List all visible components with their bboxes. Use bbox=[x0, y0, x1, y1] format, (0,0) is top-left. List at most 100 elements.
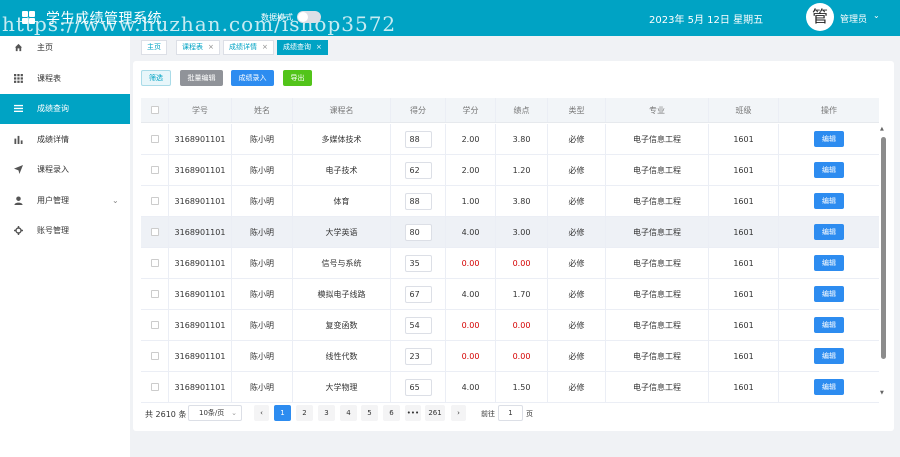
vertical-scrollbar-thumb[interactable] bbox=[881, 137, 886, 359]
scroll-down-arrow[interactable]: ▼ bbox=[880, 390, 884, 396]
table-row[interactable]: 3168901101 陈小明 大学物理 65 4.00 1.50 必修 电子信息工程 1601 编… bbox=[141, 372, 879, 403]
sidebar-item-label: 课程录入 bbox=[37, 165, 69, 174]
edit-button[interactable]: 编辑 bbox=[814, 348, 844, 364]
score-input[interactable]: 35 bbox=[404, 254, 432, 272]
column-header: 学号 bbox=[169, 98, 232, 122]
select-all-checkbox[interactable] bbox=[150, 106, 159, 114]
data-mode-toggle[interactable] bbox=[297, 11, 321, 23]
student-id-cell: 3168901101 bbox=[169, 155, 232, 185]
score-input[interactable]: 54 bbox=[404, 316, 432, 334]
page-button[interactable]: 6 bbox=[383, 405, 400, 421]
score-input[interactable]: 23 bbox=[404, 347, 432, 365]
table-row[interactable]: 3168901101 陈小明 电子技术 62 2.00 1.20 必修 电子信息工程 1601 编… bbox=[141, 155, 879, 186]
course-name-cell: 多媒体技术 bbox=[293, 124, 391, 154]
page-button[interactable]: 2 bbox=[296, 405, 313, 421]
chevron-right-icon[interactable]: › bbox=[451, 405, 466, 421]
row-checkbox[interactable] bbox=[150, 135, 159, 143]
table-row[interactable]: 3168901101 陈小明 模拟电子线路 67 4.00 1.70 必修 电子信息工程 160… bbox=[141, 279, 879, 310]
sidebar-item-account-management[interactable]: 账号管理 bbox=[0, 216, 130, 246]
filter-button[interactable]: 筛选 bbox=[141, 70, 171, 86]
action-cell: 编辑 bbox=[779, 217, 879, 247]
sidebar-item-label: 成绩查询 bbox=[37, 104, 69, 113]
edit-button[interactable]: 编辑 bbox=[814, 255, 844, 271]
course-name-cell: 复变函数 bbox=[293, 310, 391, 340]
sidebar-item-label: 账号管理 bbox=[37, 226, 69, 235]
edit-button[interactable]: 编辑 bbox=[814, 379, 844, 395]
page-button[interactable]: 261 bbox=[425, 405, 445, 421]
sidebar-item-score-detail[interactable]: 成绩详情 bbox=[0, 125, 130, 155]
row-checkbox[interactable] bbox=[150, 228, 159, 236]
edit-button[interactable]: 编辑 bbox=[814, 193, 844, 209]
table-row[interactable]: 3168901101 陈小明 复变函数 54 0.00 0.00 必修 电子信息工程 1601 编… bbox=[141, 310, 879, 341]
gpa-cell: 0.00 bbox=[496, 310, 548, 340]
major-cell: 电子信息工程 bbox=[606, 186, 709, 216]
row-checkbox[interactable] bbox=[150, 383, 159, 391]
row-checkbox[interactable] bbox=[150, 352, 159, 360]
row-checkbox[interactable] bbox=[150, 259, 159, 267]
page-button[interactable]: ••• bbox=[405, 405, 421, 421]
score-input[interactable]: 88 bbox=[404, 130, 432, 148]
close-icon[interactable]: × bbox=[316, 43, 322, 51]
score-input[interactable]: 88 bbox=[404, 192, 432, 210]
score-cell: 67 bbox=[391, 279, 446, 309]
edit-button[interactable]: 编辑 bbox=[814, 317, 844, 333]
score-input[interactable]: 62 bbox=[404, 161, 432, 179]
action-cell: 编辑 bbox=[779, 248, 879, 278]
column-header: 操作 bbox=[821, 105, 837, 115]
chevron-left-icon[interactable]: ‹ bbox=[254, 405, 269, 421]
sidebar-item-home[interactable]: 主页 bbox=[0, 33, 130, 63]
score-input[interactable]: 65 bbox=[404, 378, 432, 396]
chevron-down-icon[interactable]: ⌄ bbox=[873, 11, 880, 20]
tab-score-query[interactable]: 成绩查询 × bbox=[277, 40, 328, 55]
student-name-cell: 陈小明 bbox=[232, 248, 293, 278]
page-button[interactable]: 3 bbox=[318, 405, 335, 421]
tab-score-detail[interactable]: 成绩详情 × bbox=[223, 40, 274, 55]
score-input[interactable]: 80 bbox=[404, 223, 432, 241]
table-row[interactable]: 3168901101 陈小明 线性代数 23 0.00 0.00 必修 电子信息工程 1601 编… bbox=[141, 341, 879, 372]
sidebar-item-label: 主页 bbox=[37, 43, 53, 52]
avatar[interactable]: 管 bbox=[806, 3, 834, 31]
score-entry-button[interactable]: 成绩录入 bbox=[231, 70, 274, 86]
credit-cell: 4.00 bbox=[446, 279, 496, 309]
page-button[interactable]: 1 bbox=[274, 405, 291, 421]
scroll-up-arrow[interactable]: ▲ bbox=[880, 126, 884, 132]
edit-button[interactable]: 编辑 bbox=[814, 286, 844, 302]
page-size-select[interactable]: 10条/页 ⌄ bbox=[188, 405, 242, 421]
table-row[interactable]: 3168901101 陈小明 大学英语 80 4.00 3.00 必修 电子信息工程 1601 编… bbox=[141, 217, 879, 248]
table-row[interactable]: 3168901101 陈小明 信号与系统 35 0.00 0.00 必修 电子信息工程 1601… bbox=[141, 248, 879, 279]
export-button[interactable]: 导出 bbox=[283, 70, 312, 86]
table-row[interactable]: 3168901101 陈小明 多媒体技术 88 2.00 3.80 必修 电子信息工程 1601… bbox=[141, 124, 879, 155]
course-name-cell: 模拟电子线路 bbox=[293, 279, 391, 309]
major-cell: 电子信息工程 bbox=[606, 279, 709, 309]
goto-page-input[interactable]: 1 bbox=[498, 405, 523, 421]
sidebar-item-score-query[interactable]: 成绩查询 bbox=[0, 94, 130, 124]
user-name[interactable]: 管理员 bbox=[840, 12, 867, 25]
course-name-cell: 电子技术 bbox=[293, 155, 391, 185]
row-checkbox[interactable] bbox=[150, 290, 159, 298]
sidebar-item-course-entry[interactable]: 课程录入 bbox=[0, 155, 130, 185]
sidebar-item-schedule[interactable]: 课程表 bbox=[0, 64, 130, 94]
row-checkbox[interactable] bbox=[150, 321, 159, 329]
page-button[interactable]: 5 bbox=[361, 405, 378, 421]
score-input[interactable]: 67 bbox=[404, 285, 432, 303]
page-button[interactable]: 4 bbox=[340, 405, 357, 421]
sidebar-item-user-management[interactable]: 用户管理 ⌄ bbox=[0, 186, 130, 216]
edit-button[interactable]: 编辑 bbox=[814, 131, 844, 147]
row-checkbox[interactable] bbox=[150, 197, 159, 205]
bar-chart-icon bbox=[12, 125, 24, 155]
student-name-cell: 陈小明 bbox=[232, 279, 293, 309]
student-id-cell: 3168901101 bbox=[169, 341, 232, 371]
score-cell: 23 bbox=[391, 341, 446, 371]
row-checkbox[interactable] bbox=[150, 166, 159, 174]
close-icon[interactable]: × bbox=[208, 43, 214, 51]
credit-cell: 2.00 bbox=[446, 155, 496, 185]
tab-schedule[interactable]: 课程表 × bbox=[176, 40, 220, 55]
tab-home[interactable]: 主页 bbox=[141, 40, 167, 55]
close-icon[interactable]: × bbox=[262, 43, 268, 51]
batch-edit-button[interactable]: 批量编辑 bbox=[180, 70, 223, 86]
edit-button[interactable]: 编辑 bbox=[814, 162, 844, 178]
column-header: 专业 bbox=[606, 98, 709, 122]
edit-button[interactable]: 编辑 bbox=[814, 224, 844, 240]
table-row[interactable]: 3168901101 陈小明 体育 88 1.00 3.80 必修 电子信息工程 1601 编辑 bbox=[141, 186, 879, 217]
gear-icon bbox=[12, 216, 24, 246]
